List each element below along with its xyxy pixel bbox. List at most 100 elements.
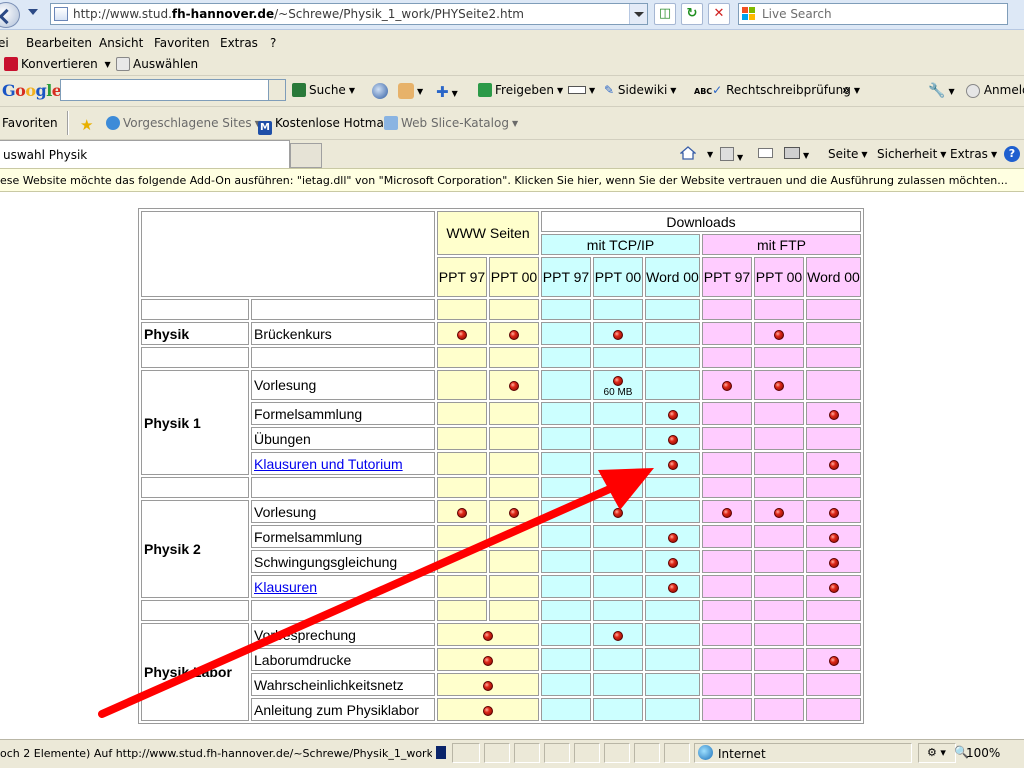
download-dot-icon[interactable] <box>483 705 493 716</box>
tab-title: uswahl Physik <box>3 148 88 162</box>
hotmail-link[interactable]: M Kostenlose Hotmail <box>258 116 390 135</box>
col-header: PPT 97 <box>702 257 752 297</box>
menu-help[interactable]: ? <box>270 36 276 50</box>
print-icon[interactable]: ▼ <box>784 147 809 162</box>
new-tab-button[interactable] <box>290 143 322 168</box>
menu-view[interactable]: Ansicht <box>99 36 143 50</box>
address-bar: http://www.stud.fh-hannover.de/~Schrewe/… <box>0 0 1024 30</box>
zoom-level[interactable]: 100% <box>966 746 1000 760</box>
google-search-button[interactable]: Suche ▼ <box>292 83 355 97</box>
stop-button[interactable]: ✕ <box>708 3 730 25</box>
download-dot-icon[interactable] <box>828 507 839 518</box>
url-input[interactable]: http://www.stud.fh-hannover.de/~Schrewe/… <box>50 3 648 25</box>
progress-indicator <box>436 746 446 759</box>
download-dot-icon[interactable] <box>722 507 732 518</box>
information-bar[interactable]: ese Website möchte das folgende Add-On a… <box>0 168 1024 192</box>
download-dot-icon[interactable] <box>667 459 678 470</box>
suggested-sites-button[interactable]: Vorgeschlagene Sites▼ <box>106 116 261 130</box>
google-toolbar: Google Suche ▼ ▼ ✚ ▼ Freigeben ▼ ▼ ✎ Sidewi… <box>0 75 1024 105</box>
download-dot-icon[interactable] <box>613 329 623 340</box>
menu-favorites[interactable]: Favoriten <box>154 36 210 50</box>
download-dot-icon[interactable] <box>613 376 623 387</box>
webslice-button[interactable]: Web Slice-Katalog ▼ <box>384 116 518 130</box>
download-dot-icon[interactable] <box>774 381 784 392</box>
download-dot-icon[interactable] <box>667 434 678 445</box>
protected-mode-button[interactable]: ⚙ ▾ <box>918 743 956 763</box>
google-search-input[interactable] <box>60 79 286 101</box>
sidewiki-button[interactable]: ✎ Sidewiki ▼ <box>604 83 676 97</box>
add-favorite-star-icon[interactable]: ★ <box>80 116 93 134</box>
col-header: Word 00 <box>806 257 861 297</box>
download-dot-icon[interactable] <box>509 507 519 518</box>
row-label: Formelsammlung <box>251 525 435 548</box>
download-dot-icon[interactable] <box>613 507 623 518</box>
more-chevron-icon[interactable]: » <box>842 83 850 97</box>
download-dot-icon[interactable] <box>828 655 839 666</box>
download-dot-icon[interactable] <box>667 409 678 420</box>
download-dot-icon[interactable] <box>483 655 493 666</box>
add-button-icon[interactable]: ✚ ▼ <box>436 83 458 101</box>
page-menu[interactable]: Seite ▼ <box>828 147 868 161</box>
menu-edit[interactable]: Bearbeiten <box>26 36 92 50</box>
sign-in-button[interactable]: Anmeld <box>966 83 1024 98</box>
klausuren-link[interactable]: Klausuren <box>254 579 317 595</box>
spacer-row <box>141 600 861 621</box>
klausuren-tutorium-link[interactable]: Klausuren und Tutorium <box>254 456 403 472</box>
download-dot-icon[interactable] <box>483 630 493 641</box>
row-label: Vorlesung <box>251 370 435 400</box>
bookmarks-icon[interactable]: ▼ <box>398 83 423 99</box>
pagerank-icon[interactable] <box>372 83 388 99</box>
compatibility-view-button[interactable]: ◫ <box>654 3 676 25</box>
settings-wrench-icon[interactable]: 🔧 ▼ <box>928 83 955 99</box>
download-dot-icon[interactable] <box>828 459 839 470</box>
security-menu[interactable]: Sicherheit ▼ <box>877 147 946 161</box>
download-dot-icon[interactable] <box>774 507 784 518</box>
download-dot-icon[interactable] <box>457 507 467 518</box>
back-button[interactable] <box>0 2 20 28</box>
convert-label: Konvertieren <box>21 57 98 71</box>
select-button[interactable]: Auswählen <box>116 57 198 71</box>
download-dot-icon[interactable] <box>509 329 519 340</box>
convert-button[interactable]: Konvertieren ▼ <box>4 57 111 71</box>
menu-file[interactable]: ei <box>0 36 9 50</box>
live-search-input[interactable]: Live Search <box>738 3 1008 25</box>
download-dot-icon[interactable] <box>828 557 839 568</box>
table-row: Physik 2 Vorlesung <box>141 500 861 598</box>
download-dot-icon[interactable] <box>774 329 784 340</box>
download-dot-icon[interactable] <box>722 381 732 392</box>
refresh-button[interactable]: ↻ <box>681 3 703 25</box>
recent-pages-dropdown-icon[interactable] <box>28 9 38 15</box>
tab-active[interactable]: uswahl Physik <box>0 140 290 169</box>
home-dropdown-icon[interactable]: ▼ <box>704 147 713 161</box>
share-icon <box>478 83 492 97</box>
table-row: Anleitung zum Physiklabor <box>141 698 861 721</box>
ie-icon <box>106 116 120 130</box>
zone-label: Internet <box>718 747 766 761</box>
downloads-header: Downloads <box>541 211 861 232</box>
spellcheck-label: Rechtschreibprüfung <box>726 83 851 97</box>
download-dot-icon[interactable] <box>613 630 623 641</box>
spellcheck-button[interactable]: ABC✓ Rechtschreibprüfung ▼ <box>694 83 860 97</box>
download-dot-icon[interactable] <box>667 557 678 568</box>
home-icon[interactable] <box>679 145 697 161</box>
share-button[interactable]: Freigeben ▼ <box>478 83 563 97</box>
download-dot-icon[interactable] <box>509 381 519 392</box>
google-logo: Google <box>2 81 62 100</box>
help-icon[interactable]: ? <box>1004 146 1020 162</box>
menu-extras[interactable]: Extras <box>220 36 258 50</box>
favorites-button[interactable]: Favoriten <box>2 116 58 130</box>
download-dot-icon[interactable] <box>457 329 467 340</box>
download-dot-icon[interactable] <box>828 532 839 543</box>
feeds-icon[interactable]: ▼ <box>720 147 743 164</box>
download-dot-icon[interactable] <box>667 532 678 543</box>
download-dot-icon[interactable] <box>667 582 678 593</box>
mail-icon[interactable] <box>758 147 773 161</box>
download-dot-icon[interactable] <box>483 680 493 691</box>
select-label: Auswählen <box>133 57 199 71</box>
extras-menu[interactable]: Extras ▼ <box>950 147 997 161</box>
url-dropdown-icon[interactable] <box>629 4 647 24</box>
download-dot-icon[interactable] <box>828 409 839 420</box>
download-dot-icon[interactable] <box>828 582 839 593</box>
status-panel <box>574 743 600 763</box>
toolbar-window-icon[interactable]: ▼ <box>568 83 595 97</box>
